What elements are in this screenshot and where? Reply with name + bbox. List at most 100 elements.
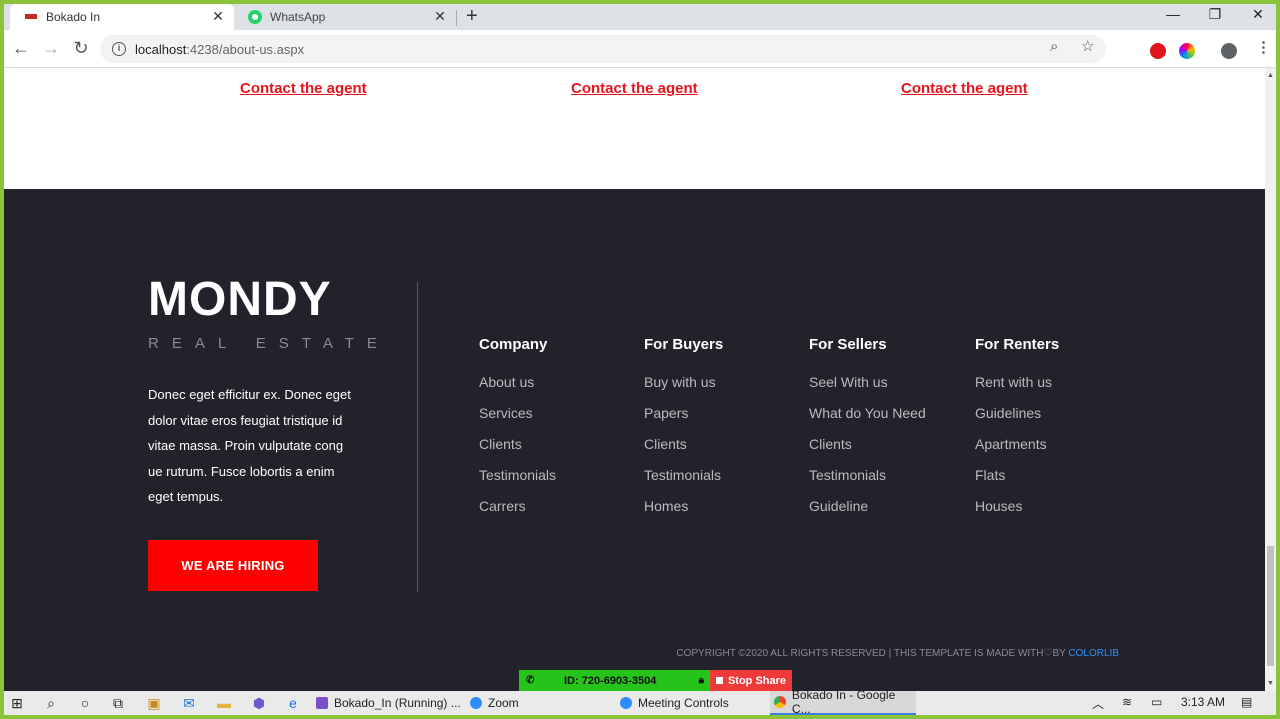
column-heading: For Renters (975, 336, 1060, 353)
taskbar-app-label: Zoom (488, 696, 519, 710)
reload-icon[interactable]: ↻ (70, 38, 92, 59)
cortana-icon[interactable]: ○ (76, 694, 94, 712)
stop-share-button[interactable]: Stop Share (710, 670, 792, 691)
column-heading: Company (479, 336, 548, 353)
footer-about-text: Donec eget efficitur ex. Donec eget dolo… (148, 387, 351, 504)
footer-column-renters: For Renters Rent with us Guidelines Apar… (975, 336, 1059, 529)
profile-avatar-icon[interactable] (1221, 43, 1237, 59)
site-footer: MONDY REAL ESTATE Donec eget efficitur e… (4, 189, 1265, 691)
footer-link[interactable]: Homes (644, 498, 723, 529)
search-icon[interactable]: ⌕ (42, 694, 60, 712)
page-scrollbar[interactable]: ▲ ▼ (1265, 68, 1276, 691)
tab-bokado[interactable]: Bokado In ✕ (10, 4, 234, 30)
column-heading: For Buyers (644, 336, 724, 353)
stop-share-label: Stop Share (727, 674, 787, 687)
taskbar-app-meeting-controls[interactable]: Meeting Controls (620, 691, 764, 715)
color-extension-icon[interactable] (1179, 43, 1195, 59)
footer-link[interactable]: What do You Need (809, 405, 926, 436)
bookmark-star-icon[interactable]: ☆ (1081, 37, 1094, 55)
footer-link[interactable]: Papers (644, 405, 723, 436)
tab-whatsapp[interactable]: WhatsApp ✕ (234, 4, 456, 30)
site-info-icon[interactable]: i (112, 42, 126, 56)
contact-agent-link[interactable]: Contact the agent (571, 80, 698, 97)
task-view-icon[interactable]: ⧉ (109, 694, 127, 712)
forward-icon[interactable]: → (40, 38, 62, 59)
zoom-meeting-id[interactable]: ✆ ID: 720-6903-3504 🔒︎ (519, 670, 710, 691)
scrollbar-thumb[interactable] (1267, 546, 1274, 666)
stop-square-icon (715, 677, 723, 684)
battery-icon[interactable]: ▭ (1151, 695, 1162, 709)
contact-agent-link[interactable]: Contact the agent (901, 80, 1028, 97)
footer-link[interactable]: Rent with us (975, 374, 1059, 405)
browser-window: Bokado In ✕ WhatsApp ✕ + — ❐ ✕ ← → ↻ i l… (4, 4, 1276, 715)
footer-link[interactable]: Clients (644, 436, 723, 467)
tray-chevron-icon[interactable]: ︿ (1092, 695, 1104, 712)
address-bar[interactable]: i localhost:4238/about-us.aspx (100, 35, 1106, 63)
footer-link[interactable]: Testimonials (809, 467, 926, 498)
file-explorer-icon[interactable]: ▬ (215, 694, 233, 712)
footer-divider (417, 282, 418, 592)
shield-app-icon[interactable]: ⬢ (250, 694, 268, 712)
edge-icon[interactable]: e (284, 694, 302, 712)
footer-link[interactable]: Buy with us (644, 374, 723, 405)
footer-link[interactable]: About us (479, 374, 556, 405)
windows-taskbar: ⊞ ⌕ ○ ⧉ ▣ ✉ ▬ ⬢ e Bokado_In (Running) ..… (4, 688, 1276, 716)
colorlib-link[interactable]: COLORLIB (1068, 648, 1119, 659)
footer-link[interactable]: Guidelines (975, 405, 1059, 436)
footer-link[interactable]: Apartments (975, 436, 1059, 467)
copyright-prefix: COPYRIGHT ©2020 ALL RIGHTS RESERVED | TH… (676, 648, 1044, 659)
windows-start-icon[interactable]: ⊞ (8, 694, 26, 712)
restore-icon[interactable]: ❐ (1200, 6, 1230, 23)
new-tab-icon[interactable]: + (466, 5, 478, 28)
logo-subtitle: REAL ESTATE (148, 335, 390, 352)
close-window-icon[interactable]: ✕ (1243, 6, 1273, 23)
scroll-down-icon[interactable]: ▼ (1267, 680, 1274, 687)
footer-link[interactable]: Houses (975, 498, 1059, 529)
back-icon[interactable]: ← (10, 38, 32, 59)
close-tab-icon[interactable]: ✕ (210, 8, 226, 25)
tab-title: WhatsApp (270, 10, 326, 24)
chrome-icon (774, 696, 786, 708)
footer-link[interactable]: Carrers (479, 498, 556, 529)
footer-link[interactable]: Testimonials (479, 467, 556, 498)
zoom-icon (620, 697, 632, 709)
zoom-icon[interactable]: ⌕ (1050, 38, 1058, 55)
copyright-text: COPYRIGHT ©2020 ALL RIGHTS RESERVED | TH… (676, 648, 1119, 659)
footer-column-company: Company About us Services Clients Testim… (479, 336, 556, 529)
close-tab-icon[interactable]: ✕ (432, 8, 448, 25)
phone-icon: ✆ (526, 675, 535, 686)
footer-link[interactable]: Services (479, 405, 556, 436)
taskbar-app-label: Meeting Controls (638, 696, 729, 710)
footer-link[interactable]: Clients (479, 436, 556, 467)
page-viewport: Contact the agent Contact the agent Cont… (4, 68, 1265, 691)
tab-separator (456, 10, 457, 26)
taskbar-app-chrome[interactable]: Bokado In - Google C... (770, 688, 916, 716)
footer-link[interactable]: Clients (809, 436, 926, 467)
footer-link[interactable]: Testimonials (644, 467, 723, 498)
minimize-icon[interactable]: — (1158, 6, 1188, 22)
footer-column-buyers: For Buyers Buy with us Papers Clients Te… (644, 336, 723, 529)
zoom-share-bar: ✆ ID: 720-6903-3504 🔒︎ Stop Share (519, 670, 792, 691)
zoom-icon (470, 697, 482, 709)
footer-column-sellers: For Sellers Seel With us What do You Nee… (809, 336, 926, 529)
taskbar-app-zoom[interactable]: Zoom (470, 691, 610, 715)
scroll-up-icon[interactable]: ▲ (1267, 72, 1274, 79)
store-icon[interactable]: ▣ (145, 694, 163, 712)
taskbar-clock[interactable]: 3:13 AM (1181, 695, 1225, 709)
taskbar-app-visual-studio[interactable]: Bokado_In (Running) ... (316, 691, 462, 715)
tab-strip: Bokado In ✕ WhatsApp ✕ + — ❐ ✕ (4, 4, 1276, 30)
tab-title: Bokado In (46, 10, 101, 24)
mail-icon[interactable]: ✉ (180, 694, 198, 712)
taskbar-app-label: Bokado_In (Running) ... (334, 696, 461, 710)
footer-link[interactable]: Flats (975, 467, 1059, 498)
taskbar-app-label: Bokado In - Google C... (791, 688, 896, 716)
opera-extension-icon[interactable] (1150, 43, 1166, 59)
copyright-by: BY (1052, 648, 1066, 659)
footer-link[interactable]: Seel With us (809, 374, 926, 405)
we-are-hiring-button[interactable]: WE ARE HIRING (148, 540, 318, 591)
contact-agent-link[interactable]: Contact the agent (240, 80, 367, 97)
wifi-icon[interactable]: ≋ (1122, 695, 1132, 709)
menu-dots-icon[interactable]: ⋮ (1256, 38, 1271, 56)
footer-link[interactable]: Guideline (809, 498, 926, 529)
notifications-icon[interactable]: ▤ (1241, 695, 1252, 709)
